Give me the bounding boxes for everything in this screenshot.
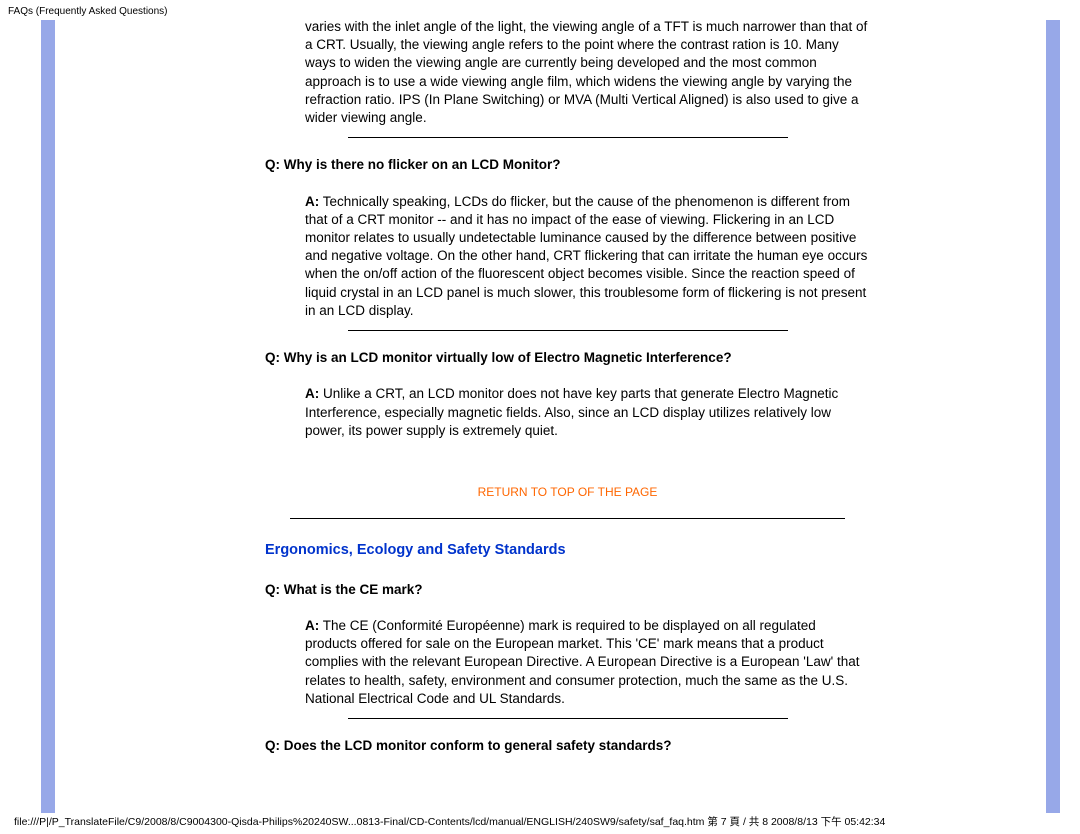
faq-question: Q: Why is there no flicker on an LCD Mon… (265, 156, 870, 174)
right-stripe (1046, 20, 1060, 813)
file-path-footer: file:///P|/P_TranslateFile/C9/2008/8/C90… (14, 814, 885, 829)
faq-answer-text: The CE (Conformité Européenne) mark is r… (305, 618, 859, 706)
divider (348, 718, 788, 719)
faq-answer-block: A: Technically speaking, LCDs do flicker… (305, 193, 870, 321)
faq-answer-label: A: (305, 386, 319, 401)
faq-question: Q: Why is an LCD monitor virtually low o… (265, 349, 870, 367)
return-to-top-link[interactable]: RETURN TO TOP OF THE PAGE (265, 484, 870, 500)
faq-question: Q: Does the LCD monitor conform to gener… (265, 737, 870, 755)
page-header-title: FAQs (Frequently Asked Questions) (8, 6, 168, 17)
faq-answer-text: Technically speaking, LCDs do flicker, b… (305, 194, 867, 318)
faq-answer-label: A: (305, 194, 319, 209)
faq-answer-text: Unlike a CRT, an LCD monitor does not ha… (305, 386, 838, 437)
divider-long (290, 518, 845, 519)
faq-answer-block: A: Unlike a CRT, an LCD monitor does not… (305, 385, 870, 440)
intro-answer-text: varies with the inlet angle of the light… (305, 18, 870, 127)
faq-answer-label: A: (305, 618, 319, 633)
main-content: varies with the inlet angle of the light… (265, 18, 870, 773)
faq-question: Q: What is the CE mark? (265, 581, 870, 599)
left-stripe (41, 20, 55, 813)
divider (348, 330, 788, 331)
section-heading: Ergonomics, Ecology and Safety Standards (265, 541, 870, 561)
divider (348, 137, 788, 138)
faq-answer-block: A: The CE (Conformité Européenne) mark i… (305, 617, 870, 708)
